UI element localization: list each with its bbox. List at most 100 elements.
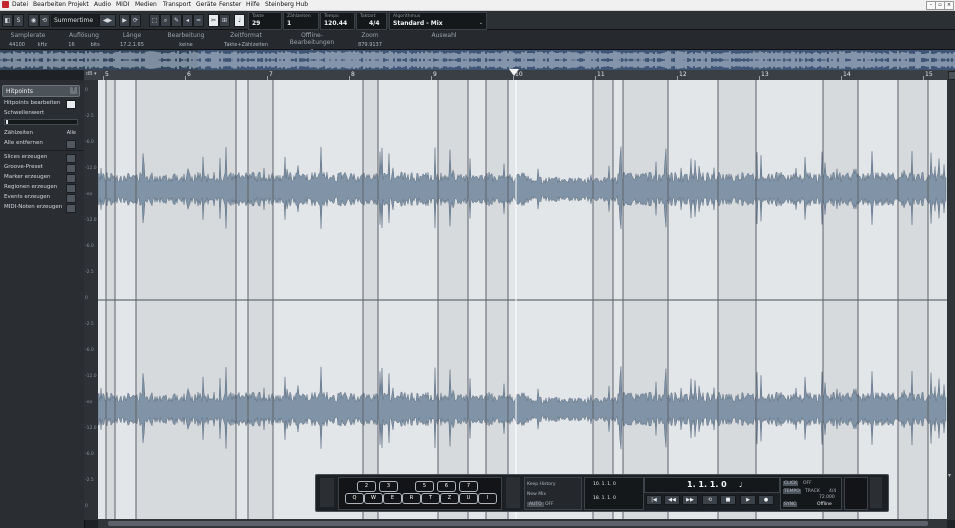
zoom-tool-icon[interactable]: ⌕ bbox=[160, 14, 171, 27]
menu-transport[interactable]: Transport bbox=[163, 1, 191, 8]
vkey-5[interactable]: 5 bbox=[415, 481, 434, 492]
menu-audio[interactable]: Audio bbox=[94, 1, 111, 8]
vkey-2[interactable]: 2 bbox=[357, 481, 376, 492]
beats-filter-value[interactable]: Alle bbox=[67, 130, 76, 136]
output-fader[interactable] bbox=[870, 477, 882, 508]
loop-playback-icon[interactable]: ⟳ bbox=[130, 14, 141, 27]
create-regions-icon[interactable] bbox=[66, 184, 76, 193]
create-groove-icon[interactable] bbox=[66, 164, 76, 173]
menu-hilfe[interactable]: Hilfe bbox=[246, 1, 260, 8]
track-name-field[interactable]: Summertime bbox=[51, 14, 99, 27]
vkey-3[interactable]: 3 bbox=[379, 481, 398, 492]
vkey-q[interactable]: Q bbox=[345, 493, 364, 504]
horizontal-scroll-thumb[interactable] bbox=[108, 521, 928, 526]
threshold-slider[interactable] bbox=[4, 119, 78, 125]
new-mix-label[interactable]: New Mix bbox=[527, 492, 546, 497]
inspector-toggle-icon[interactable]: ◧ bbox=[2, 14, 13, 27]
go-to-start-icon[interactable]: |◀ bbox=[646, 495, 662, 505]
zoom-in-icon[interactable]: ▾ bbox=[948, 472, 954, 480]
horizontal-scrollbar[interactable] bbox=[98, 519, 947, 528]
algorithm-field[interactable]: Algorithmus Standard - Mix ⌄ bbox=[389, 12, 487, 30]
virtual-keyboard[interactable]: 2 3 5 6 7 Q W E R T Z U I bbox=[338, 477, 502, 510]
play-icon[interactable]: ▶ bbox=[119, 14, 130, 27]
pencil-tool-icon[interactable]: ✎ bbox=[171, 14, 182, 27]
waveform-editor[interactable] bbox=[98, 80, 947, 520]
position-display[interactable]: 1. 1. 1. 0 ♩ bbox=[644, 477, 780, 493]
speaker-tool-icon[interactable]: ◂ bbox=[182, 14, 193, 27]
click-label[interactable]: CLICK bbox=[783, 481, 799, 486]
action-midi[interactable]: MIDI-Noten erzeugen bbox=[4, 204, 78, 213]
vertical-scrollbar[interactable]: ▾ bbox=[947, 80, 955, 520]
tempo-field[interactable]: Tempo 120.44 bbox=[320, 12, 355, 30]
record-icon[interactable]: ● bbox=[758, 495, 774, 505]
keep-history-label[interactable]: Keep History bbox=[527, 482, 556, 487]
menu-geraete[interactable]: Geräte bbox=[196, 1, 217, 8]
menu-medien[interactable]: Medien bbox=[135, 1, 157, 8]
vkey-w[interactable]: W bbox=[364, 493, 383, 504]
menu-midi[interactable]: MIDI bbox=[116, 1, 129, 8]
stop-icon[interactable]: ■ bbox=[720, 495, 736, 505]
vkey-t[interactable]: T bbox=[421, 493, 440, 504]
tempo-label: Tempo bbox=[324, 14, 339, 19]
scrub-tool-icon[interactable]: ≈ bbox=[193, 14, 204, 27]
transport-grip[interactable] bbox=[320, 478, 334, 507]
action-slices[interactable]: Slices erzeugen bbox=[4, 154, 78, 163]
beats-field[interactable]: Zählzeiten 1 bbox=[283, 12, 319, 30]
close-icon[interactable]: × bbox=[944, 1, 954, 10]
vkey-z[interactable]: Z bbox=[440, 493, 459, 504]
action-events[interactable]: Events erzeugen bbox=[4, 194, 78, 203]
overview-lane[interactable] bbox=[0, 50, 955, 70]
threshold-slider-handle[interactable] bbox=[6, 120, 8, 124]
hitpoint-tool-icon[interactable]: ✂ bbox=[208, 14, 219, 27]
solo-icon[interactable]: S bbox=[13, 14, 24, 27]
vkey-6[interactable]: 6 bbox=[437, 481, 456, 492]
sync-label[interactable]: SYNC bbox=[783, 502, 798, 507]
volume-icon[interactable]: ◀▶ bbox=[99, 14, 116, 27]
create-slices-icon[interactable] bbox=[66, 154, 76, 163]
vkey-r[interactable]: R bbox=[402, 493, 421, 504]
ruler-bar-label: 6 bbox=[187, 71, 191, 78]
auto-label[interactable]: AUTO bbox=[527, 502, 544, 507]
remove-all-row[interactable]: Alle entfernen bbox=[4, 140, 78, 149]
fast-forward-icon[interactable]: ▶▶ bbox=[682, 495, 698, 505]
menu-bearbeiten[interactable]: Bearbeiten bbox=[33, 1, 66, 8]
signature-field[interactable]: Taktart 4/4 bbox=[356, 12, 387, 30]
ruler-options-icon[interactable] bbox=[948, 71, 955, 80]
audition-icon[interactable]: ◉ bbox=[28, 14, 39, 27]
create-midi-icon[interactable] bbox=[66, 204, 76, 213]
rewind-icon[interactable]: ◀◀ bbox=[664, 495, 680, 505]
tab-hitpoints[interactable]: Hitpoints ? bbox=[2, 85, 80, 97]
right-locator[interactable]: 18. 1. 1. 0 bbox=[593, 496, 616, 501]
action-markers[interactable]: Marker erzeugen bbox=[4, 174, 78, 183]
musical-mode-icon[interactable]: ♩ bbox=[234, 14, 245, 27]
snap-icon[interactable]: ⊞ bbox=[219, 14, 230, 27]
vkey-i[interactable]: I bbox=[478, 493, 497, 504]
help-icon[interactable]: ? bbox=[70, 87, 77, 94]
menu-steinberg-hub[interactable]: Steinberg Hub bbox=[265, 1, 308, 8]
hitpoints-edit-row[interactable]: Hitpoints bearbeiten bbox=[4, 100, 78, 109]
cycle-icon[interactable]: ⟲ bbox=[702, 495, 718, 505]
beats-row[interactable]: Zählzeiten Alle bbox=[4, 130, 78, 138]
create-markers-icon[interactable] bbox=[66, 174, 76, 183]
menu-fenster[interactable]: Fenster bbox=[219, 1, 241, 8]
tempo-mode-label[interactable]: TEMPO bbox=[783, 489, 801, 494]
hitpoint-edit-icon[interactable] bbox=[66, 100, 76, 109]
menu-projekt[interactable]: Projekt bbox=[68, 1, 89, 8]
left-locator[interactable]: 10. 1. 1. 0 bbox=[593, 482, 616, 487]
bars-field[interactable]: Takte 29 bbox=[248, 12, 282, 30]
keyboard-mode-icon[interactable] bbox=[506, 477, 520, 508]
vkey-7[interactable]: 7 bbox=[459, 481, 478, 492]
create-events-icon[interactable] bbox=[66, 194, 76, 203]
menu-datei[interactable]: Datei bbox=[12, 1, 28, 8]
waveform-display[interactable] bbox=[98, 80, 947, 520]
remove-all-icon[interactable] bbox=[66, 140, 76, 149]
locators[interactable]: 10. 1. 1. 0 18. 1. 1. 0 bbox=[584, 477, 644, 510]
playhead-marker-icon[interactable] bbox=[509, 69, 519, 77]
loop-icon[interactable]: ⟲ bbox=[39, 14, 50, 27]
action-regions[interactable]: Regionen erzeugen bbox=[4, 184, 78, 193]
vkey-u[interactable]: U bbox=[459, 493, 478, 504]
vkey-e[interactable]: E bbox=[383, 493, 402, 504]
play-transport-icon[interactable]: ▶ bbox=[740, 495, 756, 505]
action-groove[interactable]: Groove-Preset bbox=[4, 164, 78, 173]
select-tool-icon[interactable]: ⬚ bbox=[149, 14, 160, 27]
